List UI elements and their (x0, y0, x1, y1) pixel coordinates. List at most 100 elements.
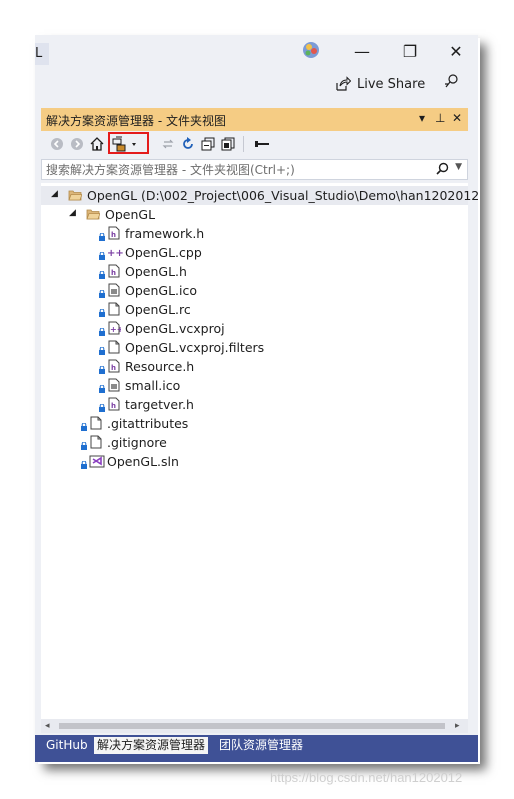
panel-close-icon[interactable]: ✕ (452, 111, 462, 125)
header-file-icon: h (107, 226, 121, 240)
tool-window-tabs: GitHub 解决方案资源管理器 团队资源管理器 (35, 735, 478, 762)
tree-item-label: OpenGL (D:\002_Project\006_Visual_Studio… (87, 188, 478, 203)
tree-item[interactable]: OpenGL.ico (41, 281, 468, 300)
svg-text:h: h (111, 269, 116, 277)
lock-icon (99, 362, 105, 374)
tree-item[interactable]: .gitattributes (41, 414, 468, 433)
lock-icon (81, 419, 87, 431)
file-icon (89, 435, 103, 449)
expand-collapse-icon[interactable]: ◢ (69, 208, 76, 218)
svg-text:++: ++ (110, 325, 121, 334)
close-window-button[interactable]: ✕ (441, 41, 471, 63)
tree-item[interactable]: h framework.h (41, 224, 468, 243)
share-icon (336, 76, 351, 91)
search-input[interactable] (42, 160, 436, 179)
tree-item[interactable]: ++ OpenGL.vcxproj (41, 319, 468, 338)
tree-item[interactable]: OpenGL.sln (41, 452, 468, 471)
maximize-button[interactable]: ❐ (395, 41, 425, 63)
toolbar-separator (242, 135, 246, 153)
horizontal-scrollbar[interactable]: ◂ ▸ (41, 719, 468, 733)
image-file-icon (107, 378, 121, 392)
tree-item-label: .gitignore (107, 435, 167, 450)
vs-window: L — ❐ ✕ Live Share 解决方案资源管理器 - 文件夹视图 ▾ ⊥… (35, 35, 478, 762)
sync-with-document-icon[interactable] (159, 135, 177, 153)
lock-icon (99, 305, 105, 317)
lock-icon (81, 438, 87, 450)
solution-explorer-header: 解决方案资源管理器 - 文件夹视图 ▾ ⊥ ✕ (41, 108, 468, 131)
live-share-label: Live Share (357, 76, 426, 92)
tab-github[interactable]: GitHub (43, 737, 91, 754)
tree-item-label: OpenGL.rc (125, 302, 191, 317)
pin-icon[interactable]: ⊥ (435, 111, 445, 125)
tree-item-label: Resource.h (125, 359, 195, 374)
scrollbar-thumb[interactable] (59, 723, 445, 729)
file-icon (107, 340, 121, 354)
scroll-right-arrow[interactable]: ▸ (455, 721, 460, 731)
lock-icon (99, 324, 105, 336)
lock-icon (99, 286, 105, 298)
tree-item-label: OpenGL (105, 207, 156, 222)
panel-options-dropdown-icon[interactable]: ▾ (419, 111, 425, 125)
tree-item[interactable]: ◢ OpenGL (41, 205, 468, 224)
tree-item[interactable]: ++ OpenGL.cpp (41, 243, 468, 262)
tree-item-label: targetver.h (125, 397, 194, 412)
tree-item-label: OpenGL.ico (125, 283, 198, 298)
home-icon[interactable] (88, 135, 106, 153)
tab-solution-explorer[interactable]: 解决方案资源管理器 (94, 737, 209, 754)
expand-collapse-icon[interactable]: ◢ (51, 189, 58, 199)
tree-item[interactable]: small.ico (41, 376, 468, 395)
solution-file-icon (89, 454, 105, 468)
file-icon (89, 416, 103, 430)
lock-icon (99, 229, 105, 241)
tree-item[interactable]: OpenGL.rc (41, 300, 468, 319)
tree-item-label: small.ico (125, 378, 181, 393)
collapse-all-icon[interactable] (199, 135, 217, 153)
tree-item[interactable]: ◢ OpenGL (D:\002_Project\006_Visual_Studi… (41, 186, 478, 205)
file-tree: ◢ OpenGL (D:\002_Project\006_Visual_Studi… (41, 183, 478, 719)
lock-icon (99, 343, 105, 355)
minimize-button[interactable]: — (347, 41, 377, 63)
search-options-dropdown-icon[interactable]: ▼ (455, 162, 462, 172)
forward-icon[interactable] (68, 135, 86, 153)
tree-item-label: .gitattributes (107, 416, 189, 431)
scroll-left-arrow[interactable]: ◂ (45, 721, 50, 731)
tree-item-label: OpenGL.vcxproj (125, 321, 225, 336)
lock-icon (81, 457, 87, 469)
tree-item[interactable]: h OpenGL.h (41, 262, 468, 281)
folder-open-icon (68, 188, 83, 202)
title-bar: L — ❐ ✕ Live Share (35, 35, 478, 105)
refresh-icon[interactable] (179, 135, 197, 153)
lock-icon (99, 400, 105, 412)
search-box[interactable]: ▼ (41, 159, 468, 180)
lock-icon (99, 248, 105, 260)
tree-item-label: OpenGL.vcxproj.filters (125, 340, 265, 355)
panel-title: 解决方案资源管理器 - 文件夹视图 (46, 114, 226, 128)
svg-text:h: h (111, 231, 116, 239)
tree-item-label: OpenGL.sln (107, 454, 179, 469)
account-avatar-icon[interactable] (301, 40, 323, 62)
live-share-button[interactable]: Live Share (335, 73, 425, 95)
project-file-icon: ++ (107, 321, 123, 335)
image-file-icon (107, 283, 121, 297)
tab-team-explorer[interactable]: 团队资源管理器 (216, 737, 306, 754)
header-file-icon: h (107, 264, 121, 278)
tree-item-label: OpenGL.cpp (125, 245, 202, 260)
tree-item-label: OpenGL.h (125, 264, 187, 279)
highlight-box (108, 132, 149, 154)
svg-text:++: ++ (107, 248, 123, 259)
lock-icon (99, 381, 105, 393)
tree-item[interactable]: h Resource.h (41, 357, 468, 376)
svg-text:h: h (111, 364, 116, 372)
lock-icon (99, 267, 105, 279)
tree-item[interactable]: OpenGL.vcxproj.filters (41, 338, 468, 357)
show-all-files-icon[interactable] (219, 135, 237, 153)
tree-item[interactable]: h targetver.h (41, 395, 468, 414)
tree-item[interactable]: .gitignore (41, 433, 468, 452)
solution-explorer-toolbar (41, 131, 468, 156)
back-icon[interactable] (48, 135, 66, 153)
properties-icon[interactable] (253, 135, 271, 153)
search-icon[interactable] (436, 162, 449, 178)
watermark-text: https://blog.csdn.net/han1202012 (270, 770, 463, 785)
menu-fragment: L (35, 43, 49, 65)
feedback-icon[interactable] (443, 73, 461, 91)
